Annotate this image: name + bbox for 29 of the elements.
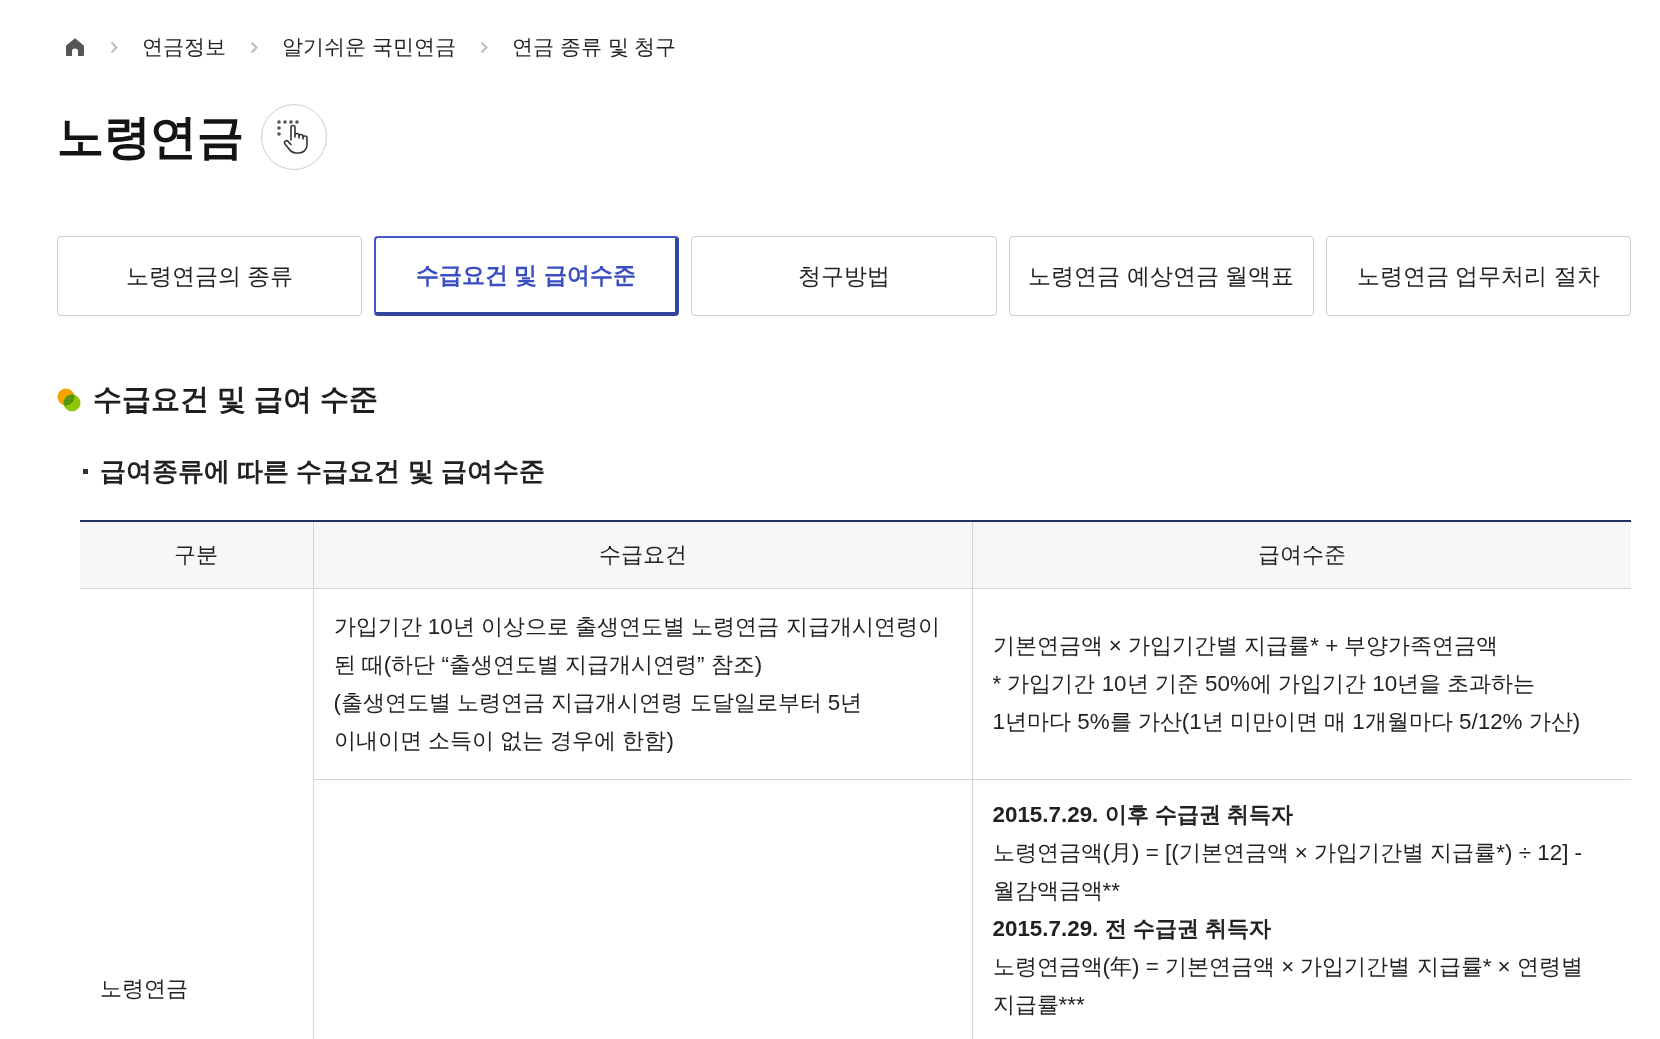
chevron-icon xyxy=(110,40,118,54)
tab[interactable]: 수급요건 및 급여수준 xyxy=(374,236,680,316)
cell-text: 가입기간 10년 이상으로 출생연도별 노령연금 지급개시연령이 된 때(하단 “출생연도별 지급개시연령” 참조) xyxy=(333,613,941,679)
breadcrumb-link[interactable]: 연금 종류 및 청구 xyxy=(511,33,677,61)
tab[interactable]: 노령연금의 종류 xyxy=(57,236,363,316)
tab[interactable]: 노령연금 업무처리 절차 xyxy=(1325,236,1631,316)
row-header: 노령연금 xyxy=(100,976,188,1002)
column-header: 구분 xyxy=(80,521,313,589)
cell-text: (출생연도별 노령연금 지급개시연령 도달일로부터 5년 이내이면 소득이 없는 경우에 한함) xyxy=(333,689,864,755)
bullet-icon xyxy=(83,469,88,474)
home-icon[interactable] xyxy=(64,36,86,58)
cell-text: 기본연금액 × 가입기간별 지급률* + 부양가족연금액 xyxy=(992,632,1500,660)
column-header: 급여수준 xyxy=(972,521,1631,589)
subsection-heading: 급여종류에 따른 수급요건 및 급여수준 xyxy=(100,455,545,488)
cell-heading: 2015.7.29. 이후 수급권 취득자 xyxy=(992,801,1294,829)
breadcrumb-link[interactable]: 연금정보 xyxy=(142,33,226,61)
breadcrumb-link[interactable]: 알기쉬운 국민연금 xyxy=(282,33,456,61)
chevron-icon xyxy=(250,40,258,54)
chevron-icon xyxy=(479,40,488,54)
cell-text: 노령연금액(月) = [(기본연금액 × 가입기간별 지급률*) ÷ 12] - 월감액금액** xyxy=(992,839,1584,905)
cell-heading: 2015.7.29. 전 수급권 취득자 xyxy=(992,915,1272,943)
cell-text: * 가입기간 10년 기준 50%에 가입기간 10년을 초과하는 1년마다 5%를 가산(1년 미만이면 매 1개월마다 5/12% 가산) xyxy=(992,670,1582,736)
page-title: 노령연금 xyxy=(57,108,243,165)
tab[interactable]: 청구방법 xyxy=(691,236,997,316)
cell-text: 노령연금액(年) = 기본연금액 × 가입기간별 지급률* × 연령별 지급률*** xyxy=(992,953,1584,1019)
column-header: 수급요건 xyxy=(313,521,972,589)
tab[interactable]: 노령연금 예상연금 월액표 xyxy=(1008,236,1314,316)
section-heading: 수급요건 및 급여 수준 xyxy=(93,382,379,417)
overlapping-circles-icon xyxy=(57,388,81,412)
